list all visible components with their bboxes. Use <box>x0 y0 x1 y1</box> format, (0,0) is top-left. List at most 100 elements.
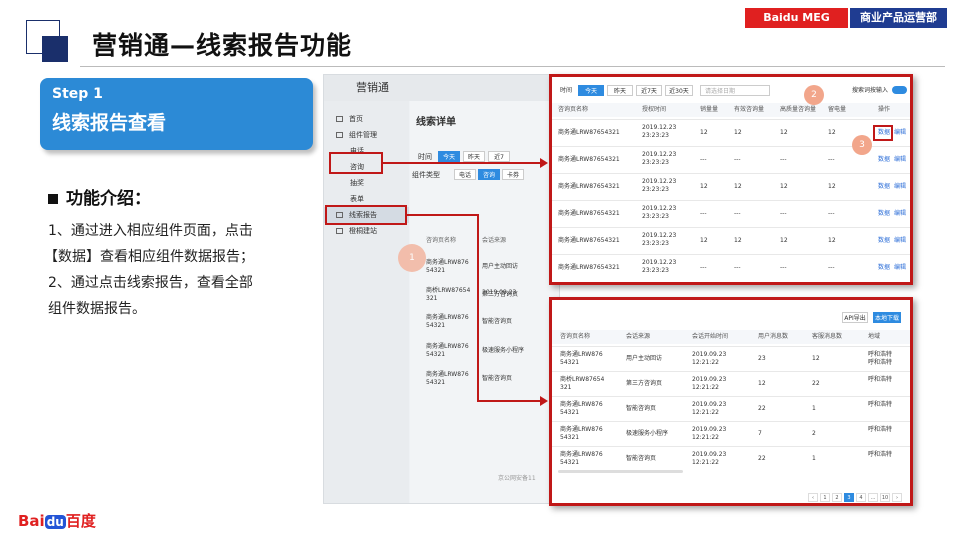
column-header: 用户消息数 <box>758 333 789 340</box>
column-header: 客服消息数 <box>812 333 843 340</box>
logo-paw-icon: du <box>44 515 66 529</box>
sidebar-label: 首页 <box>349 115 363 123</box>
row-name: 商务通LRW876 54321 <box>426 314 469 329</box>
sidebar-item-site[interactable]: 橙桐建站 <box>324 223 409 239</box>
edit-link[interactable]: 编辑 <box>894 156 906 164</box>
local-download-button[interactable]: 本地下载 <box>873 312 901 323</box>
time-today-button[interactable]: 今天 <box>438 151 460 162</box>
list-item: 商务通LRW876 54321 极速服务小程序 <box>426 343 556 373</box>
tab-today[interactable]: 今天 <box>578 85 604 96</box>
horizontal-scrollbar[interactable] <box>558 470 683 473</box>
step-callout: Step 1 线索报告查看 <box>40 78 313 150</box>
bullet-square-icon <box>48 194 58 204</box>
edit-link[interactable]: 编辑 <box>894 129 906 137</box>
baidu-logo: Bai du 百度 <box>18 510 96 531</box>
dept-badge: 商业产品运营部 <box>850 8 947 28</box>
cell-region: 呼和浩特 呼和浩特 <box>868 351 893 366</box>
column-header: 操作 <box>878 106 891 113</box>
column-header: 地域 <box>868 333 881 340</box>
cell-value: --- <box>700 210 707 217</box>
intro-heading: 功能介绍： <box>48 184 151 209</box>
tab-30days[interactable]: 近30天 <box>665 85 693 96</box>
cell-name: 商务通LRW87654321 <box>558 210 620 217</box>
cell-user-msgs: 22 <box>758 455 766 462</box>
app-screenshot: 营销通 首页 组件管理 电话 咨询 抽奖 表单 线索报告 橙桐建站 线索详单 时… <box>323 74 560 504</box>
column-header: 咨询页名称 <box>560 333 591 340</box>
cell-region: 呼和浩特 <box>868 451 893 458</box>
cell-name: 商务通LRW87654321 <box>558 129 620 136</box>
row-name: 商务通LRW876 54321 <box>426 371 469 386</box>
cell-user-msgs: 23 <box>758 355 766 362</box>
cell-value: --- <box>828 210 835 217</box>
cell-source: 智能咨询页 <box>626 405 657 412</box>
cell-value: --- <box>780 264 787 271</box>
column-header: 销量量 <box>700 106 719 113</box>
time-yesterday-button[interactable]: 昨天 <box>463 151 485 162</box>
cell-value: --- <box>734 156 741 163</box>
deco-square-filled <box>42 36 68 62</box>
cell-time: 2019.12.23 23:23:23 <box>642 124 677 139</box>
cell-cs-msgs: 2 <box>812 430 816 437</box>
type-consult-button[interactable]: 咨询 <box>478 169 500 180</box>
pagination-item[interactable]: 10 <box>880 493 890 502</box>
edit-link[interactable]: 编辑 <box>894 210 906 218</box>
api-export-button[interactable]: API导出 <box>842 312 868 323</box>
cell-name: 商务通LRW87654321 <box>558 237 620 244</box>
pagination-item[interactable]: 3 <box>844 493 854 502</box>
list-item: 商务通LRW876 54321 智能咨询页 <box>426 371 556 401</box>
date-picker[interactable]: 请选择日期 <box>700 85 770 96</box>
time-label: 时间 <box>418 153 432 161</box>
pagination-item[interactable]: › <box>892 493 902 502</box>
pagination-item[interactable]: 2 <box>832 493 842 502</box>
tab-7days[interactable]: 近7天 <box>636 85 662 96</box>
cell-name: 商务通LRW876 54321 <box>560 401 603 416</box>
pagination-item[interactable]: ‹ <box>808 493 818 502</box>
sidebar-item-components[interactable]: 组件管理 <box>324 127 409 143</box>
column-header: 会话来源 <box>626 333 651 340</box>
pagination-item[interactable]: 4 <box>856 493 866 502</box>
cell-cs-msgs: 22 <box>812 380 820 387</box>
data-link[interactable]: 数据 <box>878 156 890 164</box>
intro-heading-text: 功能介绍： <box>66 189 151 209</box>
cell-value: 12 <box>734 183 742 190</box>
edit-link[interactable]: 编辑 <box>894 183 906 191</box>
data-link[interactable]: 数据 <box>878 210 890 218</box>
edit-link[interactable]: 编辑 <box>894 237 906 245</box>
cell-source: 智能咨询页 <box>626 455 657 462</box>
table-row: 商务通LRW87654321 2019.12.23 23:23:23 --- --- -… <box>552 200 910 226</box>
time-7-button[interactable]: 近7 <box>488 151 510 162</box>
site-icon <box>336 228 343 234</box>
cell-name: 商务通LRW87654321 <box>558 264 620 271</box>
cell-time: 2019.12.23 23:23:23 <box>642 205 677 220</box>
data-link[interactable]: 数据 <box>878 264 890 272</box>
cell-value: 12 <box>734 237 742 244</box>
logo-cn: 百度 <box>65 512 96 530</box>
intro-line: 2、通过点击线索报告，查看全部 <box>48 275 253 291</box>
cell-value: 12 <box>700 183 708 190</box>
lead-report-panel: API导出 本地下载 咨询页名称 会话来源 会话开始时间 用户消息数 客服消息数 地域 商… <box>549 297 913 506</box>
cell-value: 12 <box>828 183 836 190</box>
intro-line: 【数据】查看相应组件数据报告； <box>44 249 254 265</box>
pagination-item[interactable]: 1 <box>820 493 830 502</box>
company-badge: Baidu MEG <box>745 8 848 28</box>
table-row: 商务通LRW876 54321 用户主动回访 2019.09.23 12:21:22… <box>552 346 910 371</box>
table-row: 商务通LRW876 54321 智能咨询页 2019.09.23 12:21:22 2… <box>552 396 910 421</box>
tab-yesterday[interactable]: 昨天 <box>607 85 633 96</box>
cell-source: 第三方咨询页 <box>626 380 663 387</box>
sidebar-sub-coupon[interactable]: 抽奖 <box>324 175 409 191</box>
cell-value: 12 <box>828 237 836 244</box>
search-toggle[interactable] <box>892 86 907 94</box>
pagination-item[interactable]: ... <box>868 493 878 502</box>
app-title: 营销通 <box>324 75 559 101</box>
highlight-lead-report <box>325 205 407 225</box>
edit-link[interactable]: 编辑 <box>894 264 906 272</box>
cell-time: 2019.12.23 23:23:23 <box>642 232 677 247</box>
data-link[interactable]: 数据 <box>878 237 890 245</box>
row-source: 第三方咨询页 <box>482 291 519 298</box>
sidebar-item-home[interactable]: 首页 <box>324 111 409 127</box>
type-more-button[interactable]: 卡券 <box>502 169 524 180</box>
component-report-panel: 时间 今天 昨天 近7天 近30天 请选择日期 搜索词按输入 咨询页名称 授权时间… <box>549 74 913 285</box>
data-link[interactable]: 数据 <box>878 183 890 191</box>
type-phone-button[interactable]: 电话 <box>454 169 476 180</box>
cell-value: --- <box>780 210 787 217</box>
